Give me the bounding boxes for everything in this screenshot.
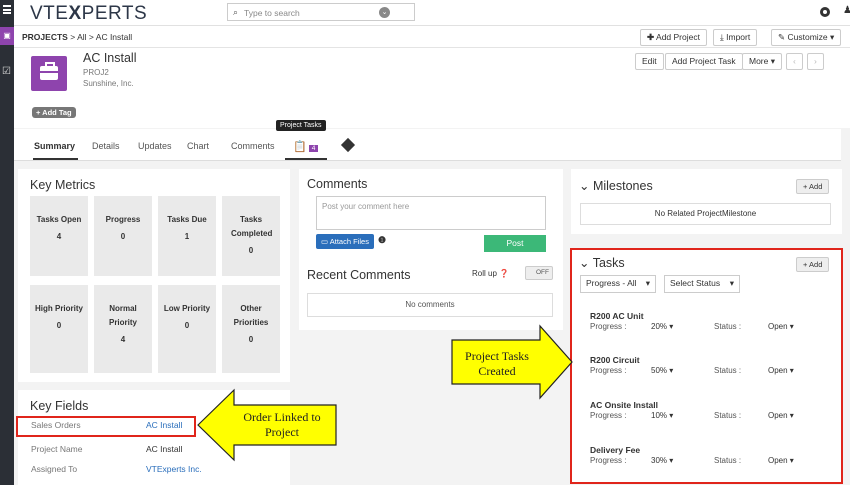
- record-title: AC Install: [83, 51, 137, 65]
- search-icon: ⌕: [233, 7, 239, 17]
- milestones-panel: ⌄ Milestones + Add No Related ProjectMil…: [571, 169, 842, 234]
- attach-files-button[interactable]: ▭ Attach Files: [316, 234, 374, 249]
- add-tag-button[interactable]: + Add Tag: [32, 107, 76, 118]
- field-value-assigned-to[interactable]: VTExperts Inc.: [146, 464, 202, 474]
- tasks-tab-indicator: [285, 158, 327, 160]
- menu-icon[interactable]: [3, 5, 11, 14]
- import-button[interactable]: ⤓ Import: [713, 29, 758, 46]
- tab-updates[interactable]: Updates: [138, 141, 172, 151]
- sales-order-highlight: [16, 416, 196, 437]
- tasks-module-icon[interactable]: ☑: [2, 66, 11, 77]
- field-label-project-name: Project Name: [31, 444, 83, 454]
- next-record-button[interactable]: ›: [807, 53, 824, 70]
- metric-normal-priority: Normal Priority 4: [94, 285, 152, 373]
- chevron-down-icon: ⌄: [579, 179, 590, 193]
- record-header: AC Install PROJ2 Sunshine, Inc. + Add Ta…: [14, 48, 850, 128]
- edit-button[interactable]: Edit: [635, 53, 664, 70]
- record-number: PROJ2: [83, 68, 109, 77]
- project-avatar: [31, 56, 67, 91]
- milestones-title-text: Milestones: [592, 179, 653, 193]
- comments-title: Comments: [307, 177, 368, 191]
- prev-record-button[interactable]: ‹: [786, 53, 803, 70]
- tasks-highlight: [570, 248, 843, 484]
- field-label-assigned-to: Assigned To: [31, 464, 78, 474]
- clipboard-icon: 📋: [293, 141, 307, 153]
- caret-down-icon: ▾: [830, 32, 835, 42]
- tasks-created-text: Project Tasks Created: [452, 349, 542, 379]
- order-linked-text: Order Linked to Project: [230, 410, 334, 440]
- projects-module-icon[interactable]: ▣: [0, 27, 14, 45]
- breadcrumb-module[interactable]: PROJECTS: [22, 32, 68, 42]
- callout-line: Project Tasks: [465, 349, 529, 363]
- metric-low-priority: Low Priority 0: [158, 285, 216, 373]
- briefcase-icon: [40, 62, 58, 80]
- search-input[interactable]: ⌕ Type to search ⌄: [227, 3, 415, 21]
- add-milestone-button[interactable]: + Add: [796, 179, 830, 194]
- wrench-icon: ✎: [778, 32, 786, 42]
- breadcrumb-filter[interactable]: All: [77, 32, 86, 42]
- metric-progress: Progress 0: [94, 196, 152, 276]
- active-tab-indicator: [33, 158, 78, 160]
- comment-input[interactable]: Post your comment here: [316, 196, 546, 230]
- paperclip-icon: ▭: [321, 237, 329, 246]
- metric-other-priorities: Other Priorities 0: [222, 285, 280, 373]
- help-icon: ❓: [499, 269, 510, 278]
- more-button[interactable]: More ▾: [742, 53, 783, 70]
- import-label: Import: [726, 32, 751, 42]
- callout-line: Created: [478, 364, 516, 378]
- settings-icon[interactable]: [820, 7, 830, 17]
- no-comments-message: No comments: [307, 293, 553, 317]
- tab-project-tasks[interactable]: 📋 4: [293, 140, 319, 153]
- recent-comments-title: Recent Comments: [307, 268, 411, 282]
- add-project-task-button[interactable]: Add Project Task: [665, 53, 743, 70]
- field-value-project-name[interactable]: AC Install: [146, 444, 182, 454]
- breadcrumb-bar: PROJECTS > All > AC Install ✚ Add Projec…: [14, 26, 850, 48]
- metric-tasks-completed: Tasks Completed 0: [222, 196, 280, 276]
- comment-placeholder: Post your comment here: [322, 202, 410, 211]
- post-button[interactable]: Post: [484, 235, 546, 252]
- metric-tasks-due: Tasks Due 1: [158, 196, 216, 276]
- key-metrics-title: Key Metrics: [30, 178, 96, 192]
- plus-icon: ✚: [647, 32, 655, 42]
- tab-details[interactable]: Details: [92, 141, 120, 151]
- logo[interactable]: VTEXPERTS: [30, 3, 147, 25]
- rollup-text: Roll up: [472, 269, 497, 278]
- breadcrumb: PROJECTS > All > AC Install: [22, 32, 132, 42]
- breadcrumb-separator: >: [70, 32, 76, 42]
- attach-files-label: Attach Files: [329, 237, 369, 246]
- callout-line: Project: [265, 425, 299, 439]
- user-icon[interactable]: ♟: [843, 5, 850, 16]
- customize-label: Customize: [787, 32, 828, 42]
- callout-line: Order Linked to: [243, 410, 321, 424]
- key-fields-title: Key Fields: [30, 399, 89, 413]
- tab-chart[interactable]: Chart: [187, 141, 209, 151]
- breadcrumb-record: AC Install: [95, 32, 133, 42]
- download-icon: ⤓: [720, 32, 724, 42]
- metric-tasks-open: Tasks Open 4: [30, 196, 88, 276]
- tab-bar: Summary Details Updates Chart Comments: [14, 129, 841, 161]
- tab-comments[interactable]: Comments: [231, 141, 281, 151]
- record-organization[interactable]: Sunshine, Inc.: [83, 79, 134, 88]
- customize-button[interactable]: ✎ Customize ▾: [771, 29, 842, 46]
- add-project-label: Add Project: [656, 32, 700, 42]
- search-placeholder: Type to search: [244, 8, 300, 18]
- no-milestone-message: No Related ProjectMilestone: [580, 203, 831, 225]
- rollup-toggle[interactable]: OFF: [525, 266, 553, 280]
- tasks-count-badge: 4: [308, 145, 319, 152]
- milestones-title[interactable]: ⌄ Milestones: [579, 178, 653, 193]
- tooltip: Project Tasks: [276, 120, 326, 131]
- rollup-label: Roll up ❓: [472, 269, 509, 278]
- tab-summary[interactable]: Summary: [34, 141, 75, 151]
- key-metrics-panel: Key Metrics Tasks Open 4 Progress 0 Tasks …: [18, 169, 290, 382]
- info-icon[interactable]: ❶: [378, 235, 386, 246]
- caret-down-icon: ▾: [770, 56, 776, 66]
- add-project-button[interactable]: ✚ Add Project: [640, 29, 707, 46]
- more-label: More: [749, 56, 769, 66]
- left-rail: ▣ ☑: [0, 0, 14, 485]
- top-bar: VTEXPERTS ⌕ Type to search ⌄ ♟: [14, 0, 850, 26]
- search-options-icon[interactable]: ⌄: [379, 7, 390, 18]
- metric-high-priority: High Priority 0: [30, 285, 88, 373]
- breadcrumb-separator: >: [88, 32, 94, 42]
